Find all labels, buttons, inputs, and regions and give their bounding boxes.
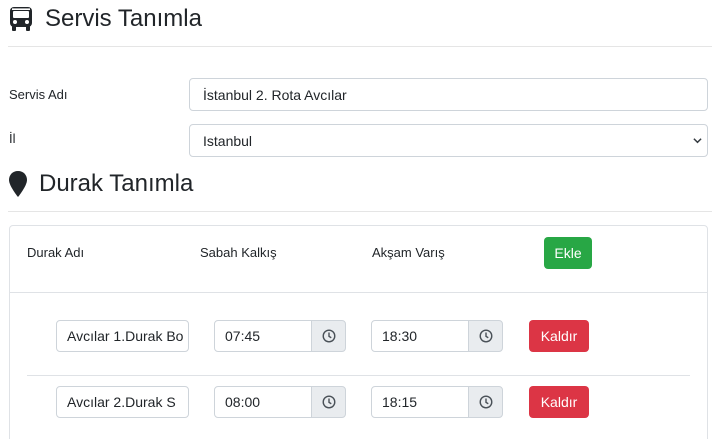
service-title-text: Servis Tanımla [45,5,202,32]
chevron-down-icon [693,138,702,144]
clock-icon[interactable] [311,320,346,352]
remove-stop-button[interactable]: Kaldır [529,386,589,418]
city-label: İl [9,131,16,146]
evening-time-input[interactable]: 18:30 [371,320,503,352]
morning-time-value[interactable]: 07:45 [214,320,312,352]
clock-icon[interactable] [468,386,503,418]
city-selected-value: Istanbul [203,132,253,149]
morning-time-input[interactable]: 07:45 [214,320,346,352]
service-name-value: İstanbul 2. Rota Avcılar [203,86,347,103]
service-name-label: Servis Adı [9,87,68,102]
stop-title-text: Durak Tanımla [39,170,194,197]
service-name-input[interactable]: İstanbul 2. Rota Avcılar [189,78,708,111]
clock-icon[interactable] [468,320,503,352]
evening-time-value[interactable]: 18:15 [371,386,469,418]
stop-name-value: Avcılar 2.Durak S [67,394,176,410]
add-stop-button[interactable]: Ekle [544,237,592,269]
clock-icon[interactable] [311,386,346,418]
evening-time-input[interactable]: 18:15 [371,386,503,418]
service-section-title: Servis Tanımla [8,3,202,35]
divider [8,211,712,212]
city-select[interactable]: Istanbul [189,124,708,157]
col-header-stop-name: Durak Adı [27,245,85,260]
remove-stop-button[interactable]: Kaldır [529,320,589,352]
card-header-divider [10,292,707,293]
stop-section-title: Durak Tanımla [8,168,193,200]
stop-name-input[interactable]: Avcılar 2.Durak S [56,386,189,418]
morning-time-input[interactable]: 08:00 [214,386,346,418]
stop-name-value: Avcılar 1.Durak Bo [67,328,184,344]
divider [8,46,712,47]
evening-time-value[interactable]: 18:30 [371,320,469,352]
map-marker-icon [8,171,28,197]
col-header-evening: Akşam Varış [372,245,445,260]
stops-card: Durak Adı Sabah Kalkış Akşam Varış Ekle … [9,225,708,439]
bus-icon [8,6,34,32]
col-header-morning: Sabah Kalkış [200,245,277,260]
stop-name-input[interactable]: Avcılar 1.Durak Bo [56,320,189,352]
row-divider [27,375,690,376]
morning-time-value[interactable]: 08:00 [214,386,312,418]
